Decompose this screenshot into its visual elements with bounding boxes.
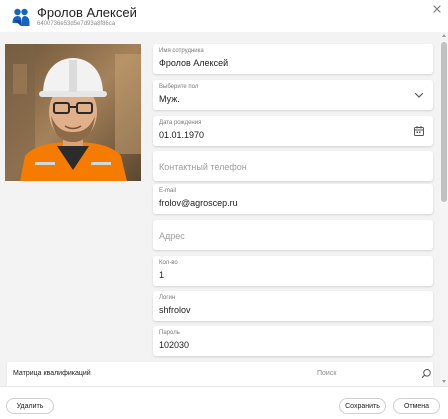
employee-photo-image [5, 44, 141, 181]
gender-value[interactable]: Муж. [159, 93, 180, 105]
scroll-down-icon[interactable] [442, 380, 446, 383]
email-value[interactable]: frolov@agroscep.ru [159, 197, 238, 209]
matrix-search-input[interactable]: Поиск [317, 369, 336, 379]
employee-card-window: Фролов Алексей 6400736e53d5e7d93a8f86ca [0, 0, 448, 419]
window-footer: Удалить Сохранить Отмена [0, 386, 448, 419]
form-content: Имя сотрудника Фролов Алексей Выберите п… [0, 32, 448, 386]
scroll-up-icon[interactable] [442, 34, 446, 37]
employee-name-value[interactable]: Фролов Алексей [159, 57, 228, 69]
password-label: Пароль [159, 330, 180, 336]
address-field[interactable]: Адрес [153, 220, 433, 250]
search-icon[interactable] [421, 368, 432, 379]
login-field[interactable]: Логин shfrolov [153, 291, 433, 321]
people-logo-icon [12, 8, 30, 26]
birth-date-field[interactable]: Дата рождения 01.01.1970 [153, 116, 433, 146]
quantity-label: Кол-во [159, 260, 178, 266]
quantity-field[interactable]: Кол-во 1 [153, 256, 433, 286]
qualification-matrix-header: Матрица квалификаций Поиск [7, 362, 433, 386]
employee-name-label: Имя сотрудника [159, 48, 204, 54]
password-field[interactable]: Пароль 102030 [153, 326, 433, 356]
window-header: Фролов Алексей 6400736e53d5e7d93a8f86ca [0, 0, 448, 32]
close-icon[interactable] [430, 2, 444, 16]
login-label: Логин [159, 295, 176, 301]
gender-select[interactable]: Выберите пол Муж. [153, 80, 433, 110]
gender-label: Выберите пол [159, 84, 199, 90]
page-title: Фролов Алексей [37, 5, 137, 20]
qualification-matrix-title: Матрица квалификаций [13, 370, 91, 377]
employee-photo [5, 44, 141, 181]
birth-date-label: Дата рождения [159, 120, 202, 126]
email-field[interactable]: E-mail frolov@agroscep.ru [153, 184, 433, 214]
login-value[interactable]: shfrolov [159, 304, 191, 316]
save-button[interactable]: Сохранить [339, 398, 386, 414]
address-placeholder[interactable]: Адрес [159, 230, 185, 242]
birth-date-value[interactable]: 01.01.1970 [159, 129, 204, 141]
form-scrollbar[interactable] [440, 32, 448, 386]
employee-name-field[interactable]: Имя сотрудника Фролов Алексей [153, 44, 433, 74]
email-label: E-mail [159, 188, 177, 194]
chevron-down-icon[interactable] [413, 89, 425, 101]
password-value[interactable]: 102030 [159, 339, 189, 351]
phone-placeholder[interactable]: Контактный телефон [159, 161, 247, 173]
calendar-icon[interactable] [413, 125, 425, 137]
cancel-button[interactable]: Отмена [393, 398, 440, 414]
phone-field[interactable]: Контактный телефон [153, 151, 433, 181]
delete-button[interactable]: Удалить [6, 398, 54, 414]
scrollbar-thumb[interactable] [441, 42, 447, 202]
quantity-value[interactable]: 1 [159, 269, 164, 281]
record-id: 6400736e53d5e7d93a8f86ca [37, 21, 116, 27]
